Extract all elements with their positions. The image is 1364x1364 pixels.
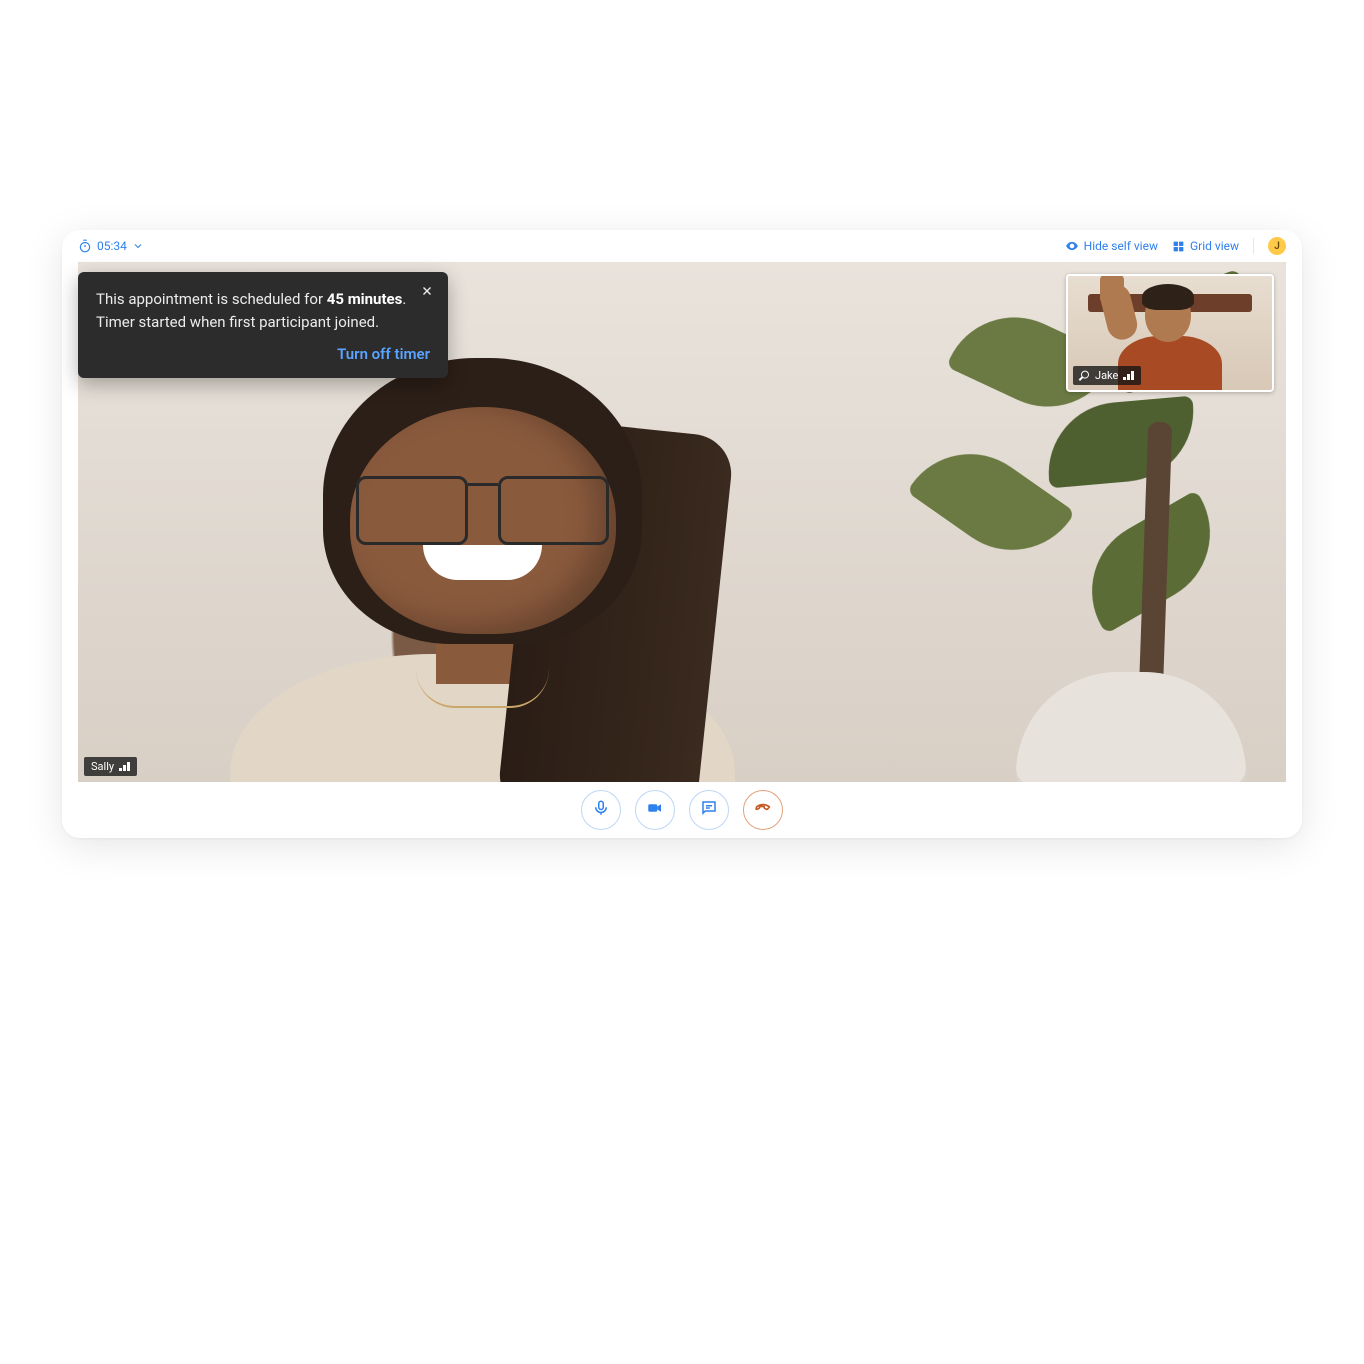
top-bar: 05:34 Hide self view Grid view J [62,230,1302,262]
user-avatar[interactable]: J [1268,237,1286,255]
video-call-window: 05:34 Hide self view Grid view J [62,230,1302,838]
pip-participant-name: Jake [1095,369,1118,382]
main-participant-name-tag: Sally [84,757,137,776]
divider [1253,238,1254,254]
hide-self-view-label: Hide self view [1084,239,1158,253]
tooltip-duration: 45 minutes [327,290,403,308]
signal-icon [119,762,130,771]
timer-dropdown[interactable]: 05:34 [78,239,144,253]
chevron-down-icon [132,240,144,252]
end-call-button[interactable] [743,790,783,830]
camera-icon [646,799,664,821]
tooltip-text-prefix: This appointment is scheduled for [96,290,327,308]
pin-icon [1078,368,1092,382]
hide-self-view-button[interactable]: Hide self view [1065,239,1158,253]
phone-hangup-icon [754,799,772,821]
avatar-initial: J [1274,241,1280,252]
close-icon [420,282,434,305]
chat-icon [700,799,718,821]
grid-view-button[interactable]: Grid view [1172,239,1239,253]
tooltip-text: This appointment is scheduled for 45 min… [96,288,430,333]
timer-value: 05:34 [97,239,127,253]
timer-tooltip: This appointment is scheduled for 45 min… [78,272,448,378]
eye-icon [1065,239,1079,253]
turn-off-timer-button[interactable]: Turn off timer [96,343,430,366]
mic-button[interactable] [581,790,621,830]
signal-icon [1123,371,1134,380]
camera-button[interactable] [635,790,675,830]
main-participant-name: Sally [91,760,114,773]
call-controls [62,782,1302,838]
grid-view-label: Grid view [1190,239,1239,253]
self-view-pip[interactable]: Jake [1066,274,1274,392]
microphone-icon [592,799,610,821]
main-participant-figure [150,328,814,782]
stopwatch-icon [78,239,92,253]
grid-icon [1172,240,1185,253]
pip-name-tag: Jake [1073,366,1141,385]
tooltip-close-button[interactable] [416,282,438,304]
chat-button[interactable] [689,790,729,830]
